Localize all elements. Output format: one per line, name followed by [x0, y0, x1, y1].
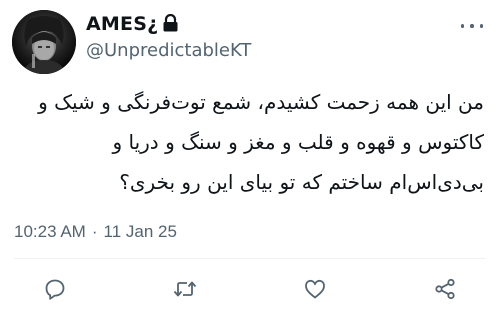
- tweet-time[interactable]: 10:23 AM: [14, 222, 86, 242]
- display-name[interactable]: AMES¿: [86, 13, 158, 35]
- avatar[interactable]: [12, 10, 76, 74]
- tweet-meta: 10:23 AM · 11 Jan 25: [14, 222, 177, 242]
- handle[interactable]: @UnpredictableKT: [86, 40, 440, 61]
- more-icon[interactable]: [458, 16, 486, 36]
- tweet-card: AMES¿ @UnpredictableKT من این همه زحمت ک…: [0, 0, 500, 318]
- meta-separator: ·: [91, 222, 98, 241]
- author-block: AMES¿ @UnpredictableKT: [86, 10, 440, 61]
- heart-icon[interactable]: [300, 274, 330, 304]
- tweet-date[interactable]: 11 Jan 25: [104, 222, 177, 242]
- action-bar: [0, 268, 500, 308]
- name-row: AMES¿: [86, 10, 440, 38]
- reply-icon[interactable]: [40, 274, 70, 304]
- share-icon[interactable]: [430, 274, 460, 304]
- tweet-text: من این همه زحمت کشیدم، شمع توت‌فرنگی و ش…: [31, 90, 484, 194]
- lock-icon: [162, 13, 179, 32]
- divider: [14, 258, 486, 259]
- avatar-image: [12, 10, 76, 74]
- retweet-icon[interactable]: [170, 274, 200, 304]
